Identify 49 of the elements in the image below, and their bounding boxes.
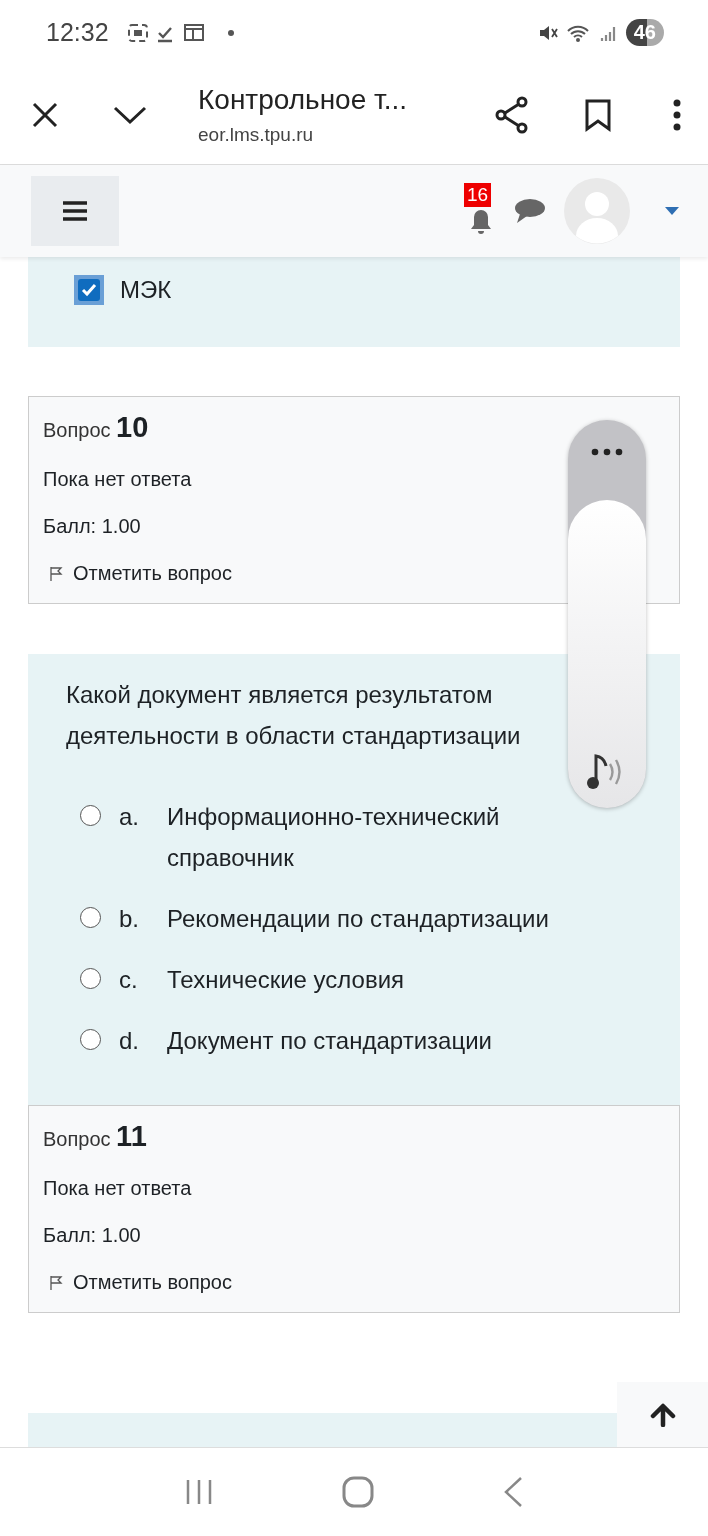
flag-icon <box>49 565 63 582</box>
question-number: Вопрос 10 <box>43 411 149 444</box>
speech-bubble-icon <box>514 197 546 225</box>
flag-question-link[interactable]: Отметить вопрос <box>43 562 232 585</box>
question-number: Вопрос 11 <box>43 1120 147 1153</box>
flag-question-link[interactable]: Отметить вопрос <box>43 1271 232 1294</box>
radio-button[interactable] <box>80 968 101 989</box>
answer-label: МЭК <box>120 276 172 304</box>
option-letter: c. <box>119 965 139 995</box>
share-icon <box>494 95 530 134</box>
screenshot-icon <box>126 21 149 44</box>
status-time: 12:32 <box>46 18 109 47</box>
caret-icon[interactable] <box>664 206 680 216</box>
option-text[interactable]: Информационно-технический справочник <box>167 796 567 878</box>
notifications-button[interactable]: 16 <box>464 183 498 239</box>
bookmark-icon <box>584 97 612 132</box>
chevron-down-icon <box>112 104 148 125</box>
calendar-icon <box>182 22 205 43</box>
option-letter: d. <box>119 1026 140 1056</box>
page-url[interactable]: eor.lms.tpu.ru <box>198 123 314 146</box>
question-status: Пока нет ответа <box>43 1177 192 1200</box>
dot-icon <box>226 28 235 37</box>
checkbox[interactable] <box>74 275 104 305</box>
option-text[interactable]: Рекомендации по стандартизации <box>167 898 549 939</box>
recent-apps-button[interactable] <box>184 1478 213 1506</box>
page-title: Контрольное т... <box>198 83 408 116</box>
back-button[interactable] <box>503 1476 524 1508</box>
battery-indicator: 46 <box>625 19 664 46</box>
option-text[interactable]: Документ по стандартизации <box>167 1020 492 1061</box>
option-text[interactable]: Технические условия <box>167 959 405 1000</box>
menu-icon <box>62 201 88 221</box>
radio-button[interactable] <box>80 907 101 928</box>
notification-count: 16 <box>464 183 492 207</box>
question-status: Пока нет ответа <box>43 468 192 491</box>
option-letter: a. <box>119 802 140 832</box>
home-button[interactable] <box>342 1476 374 1508</box>
more-icon <box>672 97 682 132</box>
arrow-up-icon <box>649 1402 676 1427</box>
flag-icon <box>49 1274 63 1291</box>
more-icon[interactable] <box>591 448 623 456</box>
question-grade: Балл: 1.00 <box>43 515 141 538</box>
radio-button[interactable] <box>80 1029 101 1050</box>
menu-button[interactable] <box>31 176 119 246</box>
back-to-top-button[interactable] <box>617 1382 708 1447</box>
radio-button[interactable] <box>80 805 101 826</box>
option-letter: b. <box>119 904 140 934</box>
messages-button[interactable] <box>514 197 546 225</box>
question-text: Какой документ является результатом деятельности в области стандартизации <box>66 680 522 751</box>
question-grade: Балл: 1.00 <box>43 1224 141 1247</box>
